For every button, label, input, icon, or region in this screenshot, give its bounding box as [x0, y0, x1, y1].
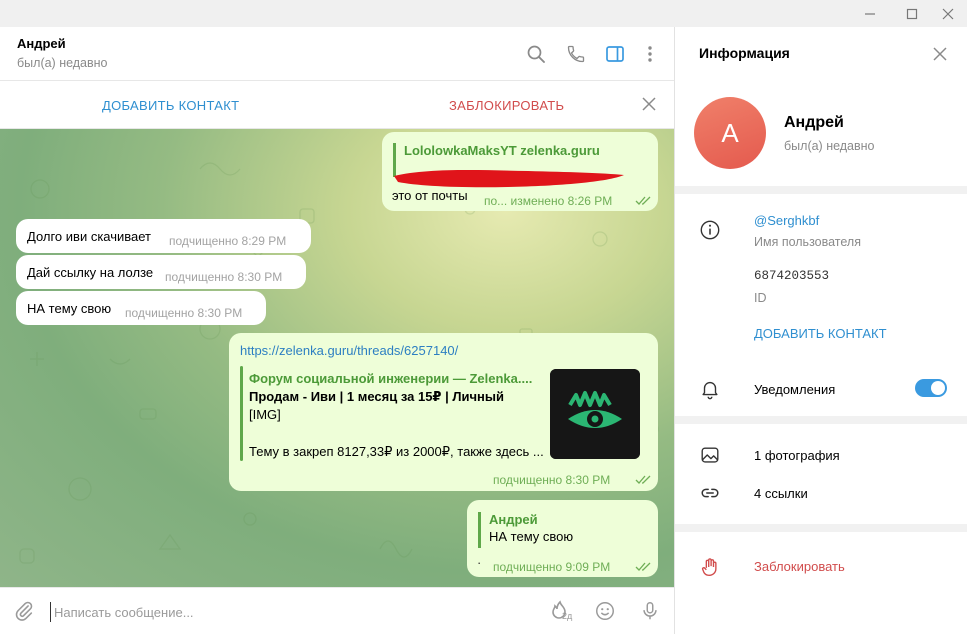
- message-bubble[interactable]: Андрей НА тему свою · подчищенно 9:09 PM: [467, 500, 658, 577]
- message-meta: подчищенно 9:09 PM: [493, 560, 611, 574]
- info-icon: [698, 218, 722, 242]
- link-preview-line: Тему в закреп 8127,33₽ из 2000₽, также з…: [249, 444, 544, 459]
- message-text: НА тему свою: [27, 301, 112, 316]
- message-text: Долго иви скачивает: [27, 229, 152, 244]
- link-preview-line: Продам - Иви | 1 месяц за 15₽ | Личный: [249, 389, 504, 404]
- block-user-button[interactable]: Заблокировать: [754, 559, 845, 574]
- message-text: это от почты: [392, 188, 468, 203]
- link-preview-line: [IMG]: [249, 407, 281, 422]
- minimize-button[interactable]: [856, 0, 884, 27]
- message-list[interactable]: LololowkaMaksYT zelenka.guru это от почт…: [0, 129, 674, 587]
- message-meta: по... изменено 8:26 PM: [484, 194, 613, 208]
- peer-name[interactable]: Андрей: [17, 36, 66, 51]
- message-input[interactable]: [50, 602, 530, 622]
- telegram-window: Андрей был(а) недавно ДОБАВИТЬ КОНТАКТ З…: [0, 0, 967, 634]
- bell-icon: [698, 377, 722, 401]
- phone-icon: [567, 45, 585, 63]
- emoji-icon: [596, 602, 614, 620]
- preview-bar: [240, 366, 243, 461]
- minimize-icon: [865, 12, 875, 15]
- close-icon: [942, 8, 954, 19]
- profile-status: был(а) недавно: [784, 139, 875, 153]
- close-icon: [933, 47, 947, 61]
- toggle-knob: [931, 381, 945, 395]
- divider: [675, 416, 967, 424]
- reply-quote[interactable]: Андрей НА тему свою: [478, 512, 573, 548]
- voice-message-button[interactable]: [637, 598, 663, 624]
- search-icon: [527, 45, 545, 63]
- notifications-toggle[interactable]: [915, 379, 947, 397]
- link-preview-image[interactable]: [550, 369, 640, 459]
- link-preview-title[interactable]: Форум социальной инженерии — Zelenka....: [249, 371, 532, 386]
- add-contact-link[interactable]: ДОБАВИТЬ КОНТАКТ: [754, 326, 887, 341]
- message-composer: 2д: [0, 587, 674, 634]
- info-panel: Информация A Андрей был(а) недавно @Serg…: [674, 27, 967, 634]
- contact-action-bar: ДОБАВИТЬ КОНТАКТ ЗАБЛОКИРОВАТЬ: [0, 81, 674, 129]
- call-button[interactable]: [564, 42, 588, 66]
- peer-status: был(а) недавно: [17, 56, 108, 70]
- photo-icon: [698, 443, 722, 467]
- maximize-icon: [906, 8, 918, 19]
- title-bar: [0, 0, 967, 27]
- message-text: Дай ссылку на лолзе: [27, 265, 154, 280]
- message-bubble[interactable]: НА тему свою подчищенно 8:30 PM: [16, 291, 266, 325]
- add-contact-button[interactable]: ДОБАВИТЬ КОНТАКТ: [102, 98, 239, 113]
- message-bubble[interactable]: Дай ссылку на лолзе подчищенно 8:30 PM: [16, 255, 306, 289]
- link-icon: [698, 481, 722, 505]
- paperclip-icon: [15, 601, 33, 621]
- more-options-button[interactable]: [638, 42, 662, 66]
- toggle-sidebar-button[interactable]: [603, 42, 627, 66]
- read-checks-icon: [635, 562, 651, 571]
- search-button[interactable]: [524, 42, 548, 66]
- block-button[interactable]: ЗАБЛОКИРОВАТЬ: [449, 98, 564, 113]
- profile-name: Андрей: [784, 114, 844, 131]
- divider: [675, 524, 967, 532]
- message-text: ·: [477, 555, 482, 570]
- reply-author: LololowkaMaksYT zelenka.guru: [404, 143, 600, 158]
- timer-badge: 2д: [562, 611, 573, 621]
- dismiss-action-bar-button[interactable]: [638, 93, 660, 115]
- message-bubble[interactable]: https://zelenka.guru/threads/6257140/ Фо…: [229, 333, 658, 491]
- emoji-button[interactable]: [592, 598, 618, 624]
- user-id-value[interactable]: 6874203553: [754, 269, 829, 283]
- read-checks-icon: [635, 196, 651, 205]
- shared-photos-item[interactable]: 1 фотография: [754, 448, 840, 463]
- more-vertical-icon: [648, 46, 652, 62]
- message-bubble[interactable]: Долго иви скачивает подчищенно 8:29 PM: [16, 219, 311, 253]
- microphone-icon: [643, 602, 657, 620]
- zelenka-logo-icon: [550, 369, 640, 459]
- maximize-button[interactable]: [898, 0, 926, 27]
- message-bubble[interactable]: LololowkaMaksYT zelenka.guru это от почт…: [382, 132, 658, 211]
- close-icon: [642, 97, 656, 111]
- avatar[interactable]: A: [694, 97, 766, 169]
- message-link[interactable]: https://zelenka.guru/threads/6257140/: [240, 343, 458, 358]
- read-checks-icon: [635, 475, 651, 484]
- close-window-button[interactable]: [934, 0, 962, 27]
- hand-block-icon: [698, 555, 722, 579]
- message-meta: подчищенно 8:30 PM: [165, 270, 283, 284]
- close-info-button[interactable]: [928, 42, 952, 66]
- info-panel-title: Информация: [699, 45, 790, 61]
- self-destruct-timer-button[interactable]: 2д: [548, 598, 574, 624]
- shared-links-item[interactable]: 4 ссылки: [754, 486, 808, 501]
- attach-button[interactable]: [11, 598, 37, 624]
- message-meta: подчищенно 8:29 PM: [169, 234, 287, 248]
- reply-text: НА тему свою: [489, 529, 574, 544]
- chat-header[interactable]: Андрей был(а) недавно: [0, 27, 674, 81]
- reply-author: Андрей: [489, 512, 538, 527]
- username-link[interactable]: @Serghkbf: [754, 213, 819, 228]
- message-meta: подчищенно 8:30 PM: [125, 306, 243, 320]
- divider: [675, 186, 967, 194]
- notifications-label: Уведомления: [754, 382, 836, 397]
- sidebar-icon: [606, 46, 624, 62]
- username-label: Имя пользователя: [754, 235, 861, 249]
- user-id-label: ID: [754, 291, 767, 305]
- message-meta: подчищенно 8:30 PM: [493, 473, 611, 487]
